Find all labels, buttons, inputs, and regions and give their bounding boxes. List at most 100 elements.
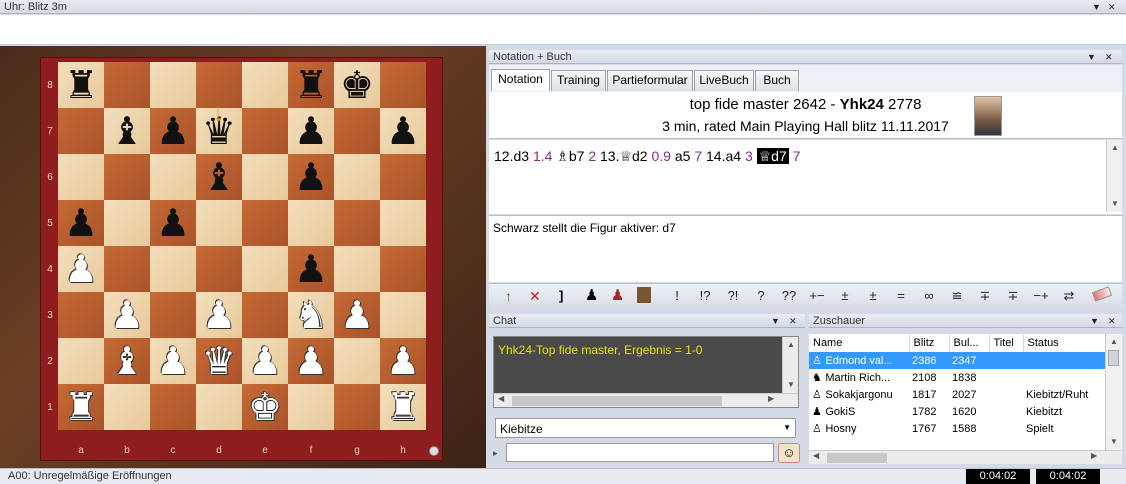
- close-icon[interactable]: ✕: [1108, 0, 1116, 14]
- square-f8[interactable]: ♜: [288, 62, 334, 108]
- dropdown-arrow-icon[interactable]: ▼: [1090, 314, 1099, 328]
- annotation-symbol-button[interactable]: −+: [1027, 288, 1055, 308]
- white-pawn-icon[interactable]: ♟: [294, 342, 328, 380]
- move[interactable]: ♗b7: [556, 148, 584, 164]
- scroll-left-icon[interactable]: ◀: [498, 394, 504, 403]
- annotation-symbol-button[interactable]: ?!: [719, 288, 747, 308]
- white-pawn-icon[interactable]: ♟: [156, 342, 190, 380]
- square-d2[interactable]: ♛: [196, 338, 242, 384]
- close-icon[interactable]: ✕: [1108, 314, 1116, 328]
- square-h3[interactable]: [380, 292, 426, 338]
- white-pawn-icon[interactable]: ♟: [248, 342, 282, 380]
- square-b7[interactable]: ♝: [104, 108, 150, 154]
- move[interactable]: 14.a4: [706, 148, 741, 164]
- square-c6[interactable]: [150, 154, 196, 200]
- square-b6[interactable]: [104, 154, 150, 200]
- square-a8[interactable]: ♜: [58, 62, 104, 108]
- black-pawn-icon[interactable]: ♟: [294, 112, 328, 150]
- annotation-symbol-button[interactable]: !?: [691, 288, 719, 308]
- scroll-thumb[interactable]: [1108, 350, 1119, 366]
- square-e4[interactable]: [242, 246, 288, 292]
- square-h7[interactable]: ♟: [380, 108, 426, 154]
- square-g8[interactable]: ♚: [334, 62, 380, 108]
- annotation-symbol-button[interactable]: ∓: [971, 288, 999, 308]
- square-a2[interactable]: [58, 338, 104, 384]
- table-row[interactable]: ♟ GokiS 1782 1620 Kiebitzt: [809, 403, 1105, 420]
- square-a6[interactable]: [58, 154, 104, 200]
- annotation-symbol-button[interactable]: ∞: [915, 288, 943, 308]
- square-d3[interactable]: ♟: [196, 292, 242, 338]
- black-pawn-icon[interactable]: ♟: [294, 250, 328, 288]
- scroll-right-icon[interactable]: ▶: [1091, 451, 1097, 460]
- scroll-up-icon[interactable]: ▲: [783, 337, 799, 353]
- white-pawn-icon[interactable]: ♟: [386, 342, 420, 380]
- annotation-symbol-button[interactable]: ??: [775, 288, 803, 308]
- white-rook-icon[interactable]: ♜: [386, 388, 420, 426]
- black-bishop-icon[interactable]: ♝: [202, 158, 236, 196]
- white-knight-icon[interactable]: ♞: [294, 296, 328, 334]
- table-row[interactable]: ♙ Sokakjargonu 1817 2027 Kiebitzt/Ruht: [809, 386, 1105, 403]
- square-h1[interactable]: ♜: [380, 384, 426, 430]
- tab-training[interactable]: Training: [551, 70, 606, 91]
- scroll-down-icon[interactable]: ▼: [1106, 434, 1122, 450]
- annotation-symbol-button[interactable]: ±: [859, 288, 887, 308]
- square-f4[interactable]: ♟: [288, 246, 334, 292]
- chat-log[interactable]: Yhk24-Top fide master, Ergebnis = 1-0 ▲ …: [493, 336, 799, 408]
- chat-scrollbar[interactable]: ▲ ▼: [782, 337, 798, 393]
- delete-icon[interactable]: ✕: [529, 288, 541, 305]
- scroll-left-icon[interactable]: ◀: [813, 451, 819, 460]
- close-icon[interactable]: ✕: [789, 314, 797, 328]
- square-d6[interactable]: ♝: [196, 154, 242, 200]
- square-g1[interactable]: [334, 384, 380, 430]
- black-pawn-icon[interactable]: ♟: [294, 158, 328, 196]
- square-d5[interactable]: [196, 200, 242, 246]
- square-e1[interactable]: ♚: [242, 384, 288, 430]
- bracket-icon[interactable]: ]: [559, 288, 563, 303]
- close-icon[interactable]: ✕: [1105, 50, 1113, 64]
- column-header[interactable]: Name: [809, 334, 910, 352]
- scroll-thumb[interactable]: [827, 453, 887, 463]
- chat-input[interactable]: [506, 443, 774, 462]
- white-pawn-icon[interactable]: ♟: [64, 250, 98, 288]
- square-f2[interactable]: ♟: [288, 338, 334, 384]
- emoticon-icon[interactable]: ☺: [778, 443, 800, 463]
- square-c7[interactable]: ♟: [150, 108, 196, 154]
- square-h8[interactable]: [380, 62, 426, 108]
- column-header[interactable]: Titel: [989, 334, 1024, 352]
- black-pawn-icon[interactable]: ♟: [64, 204, 98, 242]
- square-a4[interactable]: ♟: [58, 246, 104, 292]
- square-c1[interactable]: [150, 384, 196, 430]
- square-h6[interactable]: [380, 154, 426, 200]
- scroll-right-icon[interactable]: ▶: [768, 394, 774, 403]
- scroll-up-icon[interactable]: ▲: [1106, 334, 1122, 350]
- white-bishop-icon[interactable]: ♝: [110, 342, 144, 380]
- square-b8[interactable]: [104, 62, 150, 108]
- dropdown-arrow-icon[interactable]: ▼: [1087, 50, 1096, 64]
- tab-livebuch[interactable]: LiveBuch: [694, 70, 754, 91]
- square-f1[interactable]: [288, 384, 334, 430]
- column-header[interactable]: Bul...: [949, 334, 990, 352]
- square-d4[interactable]: [196, 246, 242, 292]
- square-g2[interactable]: [334, 338, 380, 384]
- square-f5[interactable]: [288, 200, 334, 246]
- annotation-symbol-button[interactable]: ?: [747, 288, 775, 308]
- image-icon[interactable]: [637, 287, 651, 303]
- square-b4[interactable]: [104, 246, 150, 292]
- square-g7[interactable]: [334, 108, 380, 154]
- tab-notation[interactable]: Notation: [491, 69, 550, 91]
- chess-board[interactable]: ♜ ♜ ♚ ♝ ♟ ♛ ♟ ♟ ♝ ♟ ♟ ♟ ♟ ♟ ♟ ♟ ♞ ♟ ♝ ♟ ♛ ♟ ♟ ♟ ♜ ♚ ♜: [58, 62, 426, 430]
- annotation-symbol-button[interactable]: !: [663, 288, 691, 308]
- square-e5[interactable]: [242, 200, 288, 246]
- black-pawn-icon[interactable]: ♟: [156, 112, 190, 150]
- black-rook-icon[interactable]: ♜: [294, 66, 328, 104]
- black-bishop-icon[interactable]: ♝: [110, 112, 144, 150]
- square-h5[interactable]: [380, 200, 426, 246]
- square-g4[interactable]: [334, 246, 380, 292]
- square-a5[interactable]: ♟: [58, 200, 104, 246]
- square-g3[interactable]: ♟: [334, 292, 380, 338]
- square-f7[interactable]: ♟: [288, 108, 334, 154]
- square-a1[interactable]: ♜: [58, 384, 104, 430]
- square-e2[interactable]: ♟: [242, 338, 288, 384]
- square-f3[interactable]: ♞: [288, 292, 334, 338]
- annotation-symbol-button[interactable]: ∓: [999, 288, 1027, 308]
